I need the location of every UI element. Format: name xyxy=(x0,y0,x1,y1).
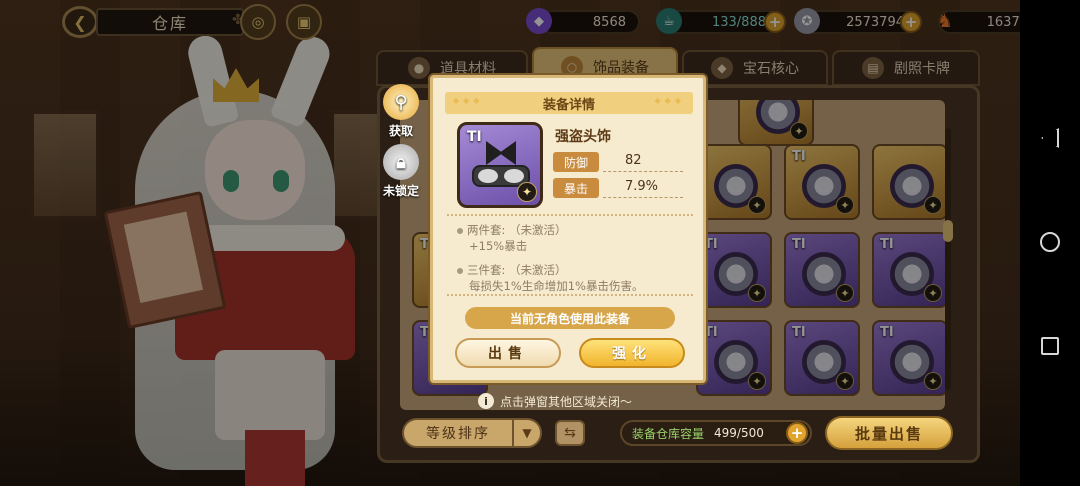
equip-status-banner: 当前无角色使用此装备 xyxy=(465,307,675,329)
item-icon-frame: TI ✦ xyxy=(457,122,543,208)
magnifier-icon: ⚲ xyxy=(383,84,419,120)
divider xyxy=(447,214,693,216)
expand-capacity-button[interactable]: + xyxy=(786,422,808,444)
info-icon: i xyxy=(478,393,494,409)
set-bonus-two-piece: 两件套: （未激活） +15%暴击 xyxy=(457,222,567,254)
home-circle-icon xyxy=(1040,232,1060,252)
star-icon: ✦ xyxy=(517,182,537,202)
item-name: 强盗头饰 xyxy=(555,129,611,145)
nav-home-button[interactable] xyxy=(1020,232,1080,252)
swap-order-button[interactable]: ⇆ xyxy=(555,420,585,446)
recents-square-icon xyxy=(1041,337,1059,355)
divider xyxy=(447,294,693,296)
storage-capacity: 装备仓库容量 499/500 + xyxy=(620,420,812,446)
lock-toggle-button[interactable]: 🔒︎ 未锁定 xyxy=(376,144,426,199)
equipment-detail-popup: 装备详情 TI ✦ 强盗头饰 防御 82 暴击 7.9% 两件套: （未激活） … xyxy=(430,75,706,383)
bandana-icon xyxy=(486,141,516,165)
upgrade-button[interactable]: 强化 xyxy=(579,338,685,368)
set-bonus-three-piece: 三件套: （未激活） 每损失1%生命增加1%暴击伤害。 xyxy=(457,262,644,294)
sort-button[interactable]: 等级排序 xyxy=(402,418,514,448)
tier-badge: TI xyxy=(467,129,482,145)
lock-icon: 🔒︎ xyxy=(383,144,419,180)
sell-button[interactable]: 出售 xyxy=(455,338,561,368)
close-hint: i 点击弹窗其他区域关闭～ xyxy=(478,391,632,411)
system-nav-bar xyxy=(1020,0,1080,486)
nav-recents-button[interactable] xyxy=(1020,337,1080,355)
stat-row-crit: 暴击 7.9% xyxy=(553,178,683,198)
popup-title: 装备详情 xyxy=(445,92,693,114)
chevron-down-icon: ▼ xyxy=(522,426,532,440)
swap-arrows-icon: ⇆ xyxy=(564,425,576,441)
nav-back-button[interactable] xyxy=(1020,128,1080,148)
bulk-sell-button[interactable]: 批量出售 xyxy=(825,416,953,450)
sort-dropdown-toggle[interactable]: ▼ xyxy=(512,418,542,448)
back-triangle-icon xyxy=(1041,128,1059,148)
stat-row-defense: 防御 82 xyxy=(553,152,683,172)
obtain-button[interactable]: ⚲ 获取 xyxy=(376,84,426,139)
